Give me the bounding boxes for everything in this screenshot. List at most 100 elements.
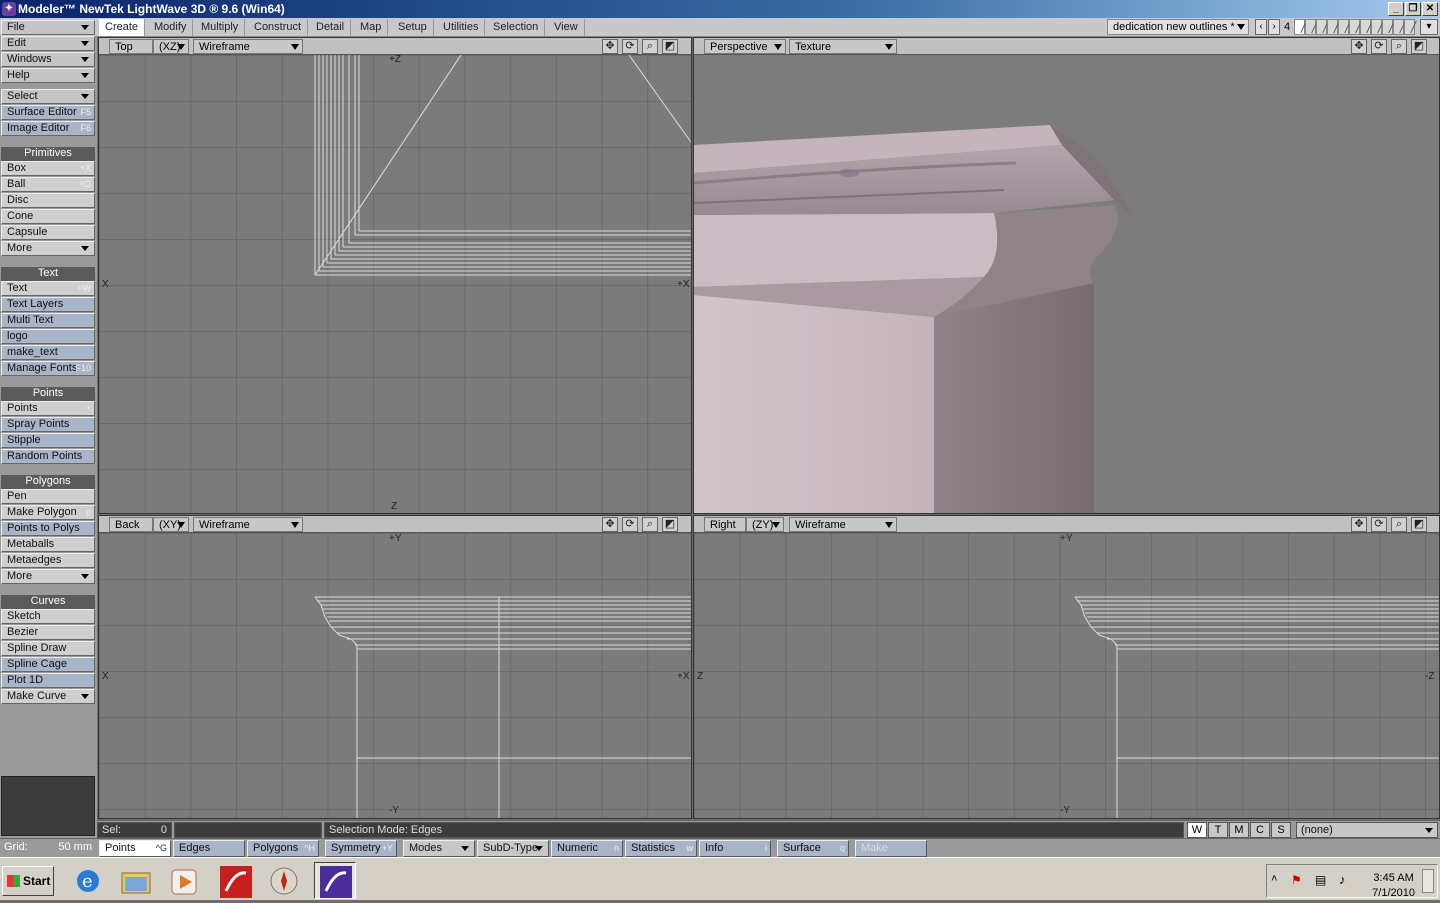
viewport-right-mode-dropdown[interactable]: Wireframe — [789, 517, 897, 532]
viewport-perspective-canvas[interactable] — [694, 55, 1439, 513]
rotate-view-icon[interactable]: ⟳ — [622, 517, 638, 532]
start-button[interactable]: Start — [2, 866, 54, 896]
make-button[interactable]: Make — [855, 840, 927, 857]
make-polygon-button[interactable]: Make Polygon p — [1, 505, 95, 520]
spline-cage-button[interactable]: Spline Cage — [1, 657, 95, 672]
viewport-back-axes-dropdown[interactable]: (XY) — [153, 517, 189, 532]
media-player-icon[interactable] — [162, 862, 204, 899]
tab-multiply[interactable]: Multiply — [195, 19, 246, 36]
viewport-perspective[interactable]: Perspective Texture ✥ ⟳ ⌕ ◩ — [693, 37, 1440, 514]
file-menu[interactable]: File — [1, 20, 95, 35]
metaedges-button[interactable]: Metaedges — [1, 553, 95, 568]
spline-draw-button[interactable]: Spline Draw — [1, 641, 95, 656]
subd-type-dropdown[interactable]: SubD-Type — [477, 840, 549, 857]
layer-slot-9[interactable] — [1382, 19, 1393, 35]
make-curve-menu[interactable]: Make Curve — [1, 689, 95, 704]
show-hidden-icons-icon[interactable]: ˄ — [1271, 873, 1277, 885]
layer-slot-1[interactable] — [1294, 19, 1305, 35]
viewport-back[interactable]: Back (XY) Wireframe ✥ ⟳ ⌕ ◩ +Y X +X -Y — [98, 515, 692, 819]
metaballs-button[interactable]: Metaballs — [1, 537, 95, 552]
layer-slot-7[interactable] — [1360, 19, 1371, 35]
image-editor-button[interactable]: Image Editor F6 — [1, 121, 95, 136]
volume-icon[interactable]: ♪ — [1339, 872, 1346, 887]
file-explorer-icon[interactable] — [114, 862, 156, 899]
maximize-view-icon[interactable]: ◩ — [1411, 517, 1427, 532]
layer-slot-3[interactable] — [1316, 19, 1327, 35]
disc-button[interactable]: Disc — [1, 193, 95, 208]
tab-create[interactable]: Create — [99, 19, 146, 36]
plot-1d-button[interactable]: Plot 1D — [1, 673, 95, 688]
lightwave-modeler-icon[interactable] — [314, 862, 356, 899]
statistics-button[interactable]: Statistics w — [625, 840, 697, 857]
zoom-view-icon[interactable]: ⌕ — [1391, 517, 1407, 532]
surface-editor-button[interactable]: Surface Editor F5 — [1, 105, 95, 120]
viewport-right[interactable]: Right (ZY) Wireframe ✥ ⟳ ⌕ ◩ +Y Z -Z -Y — [693, 515, 1440, 819]
move-view-icon[interactable]: ✥ — [1351, 39, 1367, 54]
tab-utilities[interactable]: Utilities — [437, 19, 486, 36]
surface-button[interactable]: Surface q — [777, 840, 849, 857]
points-to-polys-button[interactable]: Points to Polys — [1, 521, 95, 536]
numeric-button[interactable]: Numeric n — [551, 840, 623, 857]
multi-text-button[interactable]: Multi Text — [1, 313, 95, 328]
box-button[interactable]: Box +X — [1, 161, 95, 176]
tab-map[interactable]: Map — [354, 19, 389, 36]
info-button[interactable]: Info i — [699, 840, 771, 857]
tab-modify[interactable]: Modify — [148, 19, 194, 36]
viewport-right-axes-dropdown[interactable]: (ZY) — [746, 517, 784, 532]
spray-points-button[interactable]: Spray Points — [1, 417, 95, 432]
maximize-button[interactable]: ❐ — [1405, 2, 1421, 16]
viewport-right-canvas[interactable]: +Y Z -Z -Y — [694, 533, 1439, 818]
lightwave-layout-icon[interactable] — [214, 862, 256, 899]
stipple-button[interactable]: Stipple — [1, 433, 95, 448]
viewport-back-mode-dropdown[interactable]: Wireframe — [193, 517, 303, 532]
viewport-perspective-mode-dropdown[interactable]: Texture — [789, 39, 897, 54]
action-center-icon[interactable]: ⚑ — [1291, 873, 1302, 887]
viewport-top-mode-dropdown[interactable]: Wireframe — [193, 39, 303, 54]
text-layers-button[interactable]: Text Layers — [1, 297, 95, 312]
bezier-button[interactable]: Bezier — [1, 625, 95, 640]
tab-setup[interactable]: Setup — [392, 19, 434, 36]
viewport-right-view-label[interactable]: Right — [704, 517, 746, 532]
wtmcs-c-toggle[interactable]: C — [1250, 822, 1270, 838]
points-mode-button[interactable]: Points ^G — [99, 840, 171, 857]
rotate-view-icon[interactable]: ⟳ — [1371, 517, 1387, 532]
random-points-button[interactable]: Random Points — [1, 449, 95, 464]
maximize-view-icon[interactable]: ◩ — [1411, 39, 1427, 54]
edit-menu[interactable]: Edit — [1, 36, 95, 51]
polygons-mode-button[interactable]: Polygons ^H — [247, 840, 319, 857]
viewport-top[interactable]: Top (XZ) Wireframe ✥ ⟳ ⌕ ◩ +Z X +X Z — [98, 37, 692, 514]
move-view-icon[interactable]: ✥ — [602, 39, 618, 54]
lightwave-hub-icon[interactable] — [262, 862, 304, 899]
cone-button[interactable]: Cone — [1, 209, 95, 224]
viewport-back-canvas[interactable]: +Y X +X -Y — [99, 533, 691, 818]
maximize-view-icon[interactable]: ◩ — [662, 517, 678, 532]
maximize-view-icon[interactable]: ◩ — [662, 39, 678, 54]
wtmcs-t-toggle[interactable]: T — [1208, 822, 1228, 838]
help-menu[interactable]: Help — [1, 68, 95, 83]
prev-object-button[interactable]: ‹ — [1255, 19, 1267, 35]
zoom-view-icon[interactable]: ⌕ — [642, 39, 658, 54]
tab-view[interactable]: View — [548, 19, 585, 36]
text-button[interactable]: Text +W — [1, 281, 95, 296]
move-view-icon[interactable]: ✥ — [1351, 517, 1367, 532]
network-icon[interactable]: ▤ — [1315, 873, 1326, 887]
layer-slot-6[interactable] — [1349, 19, 1360, 35]
windows-menu[interactable]: Windows — [1, 52, 95, 67]
tab-detail[interactable]: Detail — [310, 19, 352, 36]
viewport-top-axes-dropdown[interactable]: (XZ) — [153, 39, 189, 54]
ball-button[interactable]: Ball +O — [1, 177, 95, 192]
viewport-back-view-label[interactable]: Back — [109, 517, 153, 532]
tab-selection[interactable]: Selection — [487, 19, 546, 36]
symmetry-button[interactable]: Symmetry +Y — [325, 840, 397, 857]
zoom-view-icon[interactable]: ⌕ — [642, 517, 658, 532]
tab-construct[interactable]: Construct — [248, 19, 309, 36]
wtmcs-m-toggle[interactable]: M — [1229, 822, 1249, 838]
capsule-button[interactable]: Capsule — [1, 225, 95, 240]
rotate-view-icon[interactable]: ⟳ — [1371, 39, 1387, 54]
wtmcs-w-toggle[interactable]: W — [1187, 822, 1207, 838]
next-object-button[interactable]: › — [1268, 19, 1280, 35]
object-name-dropdown[interactable]: dedication new outlines * — [1107, 19, 1249, 35]
surface-select-dropdown[interactable]: (none) — [1296, 822, 1438, 838]
logo-button[interactable]: logo — [1, 329, 95, 344]
polygons-more-menu[interactable]: More — [1, 569, 95, 584]
